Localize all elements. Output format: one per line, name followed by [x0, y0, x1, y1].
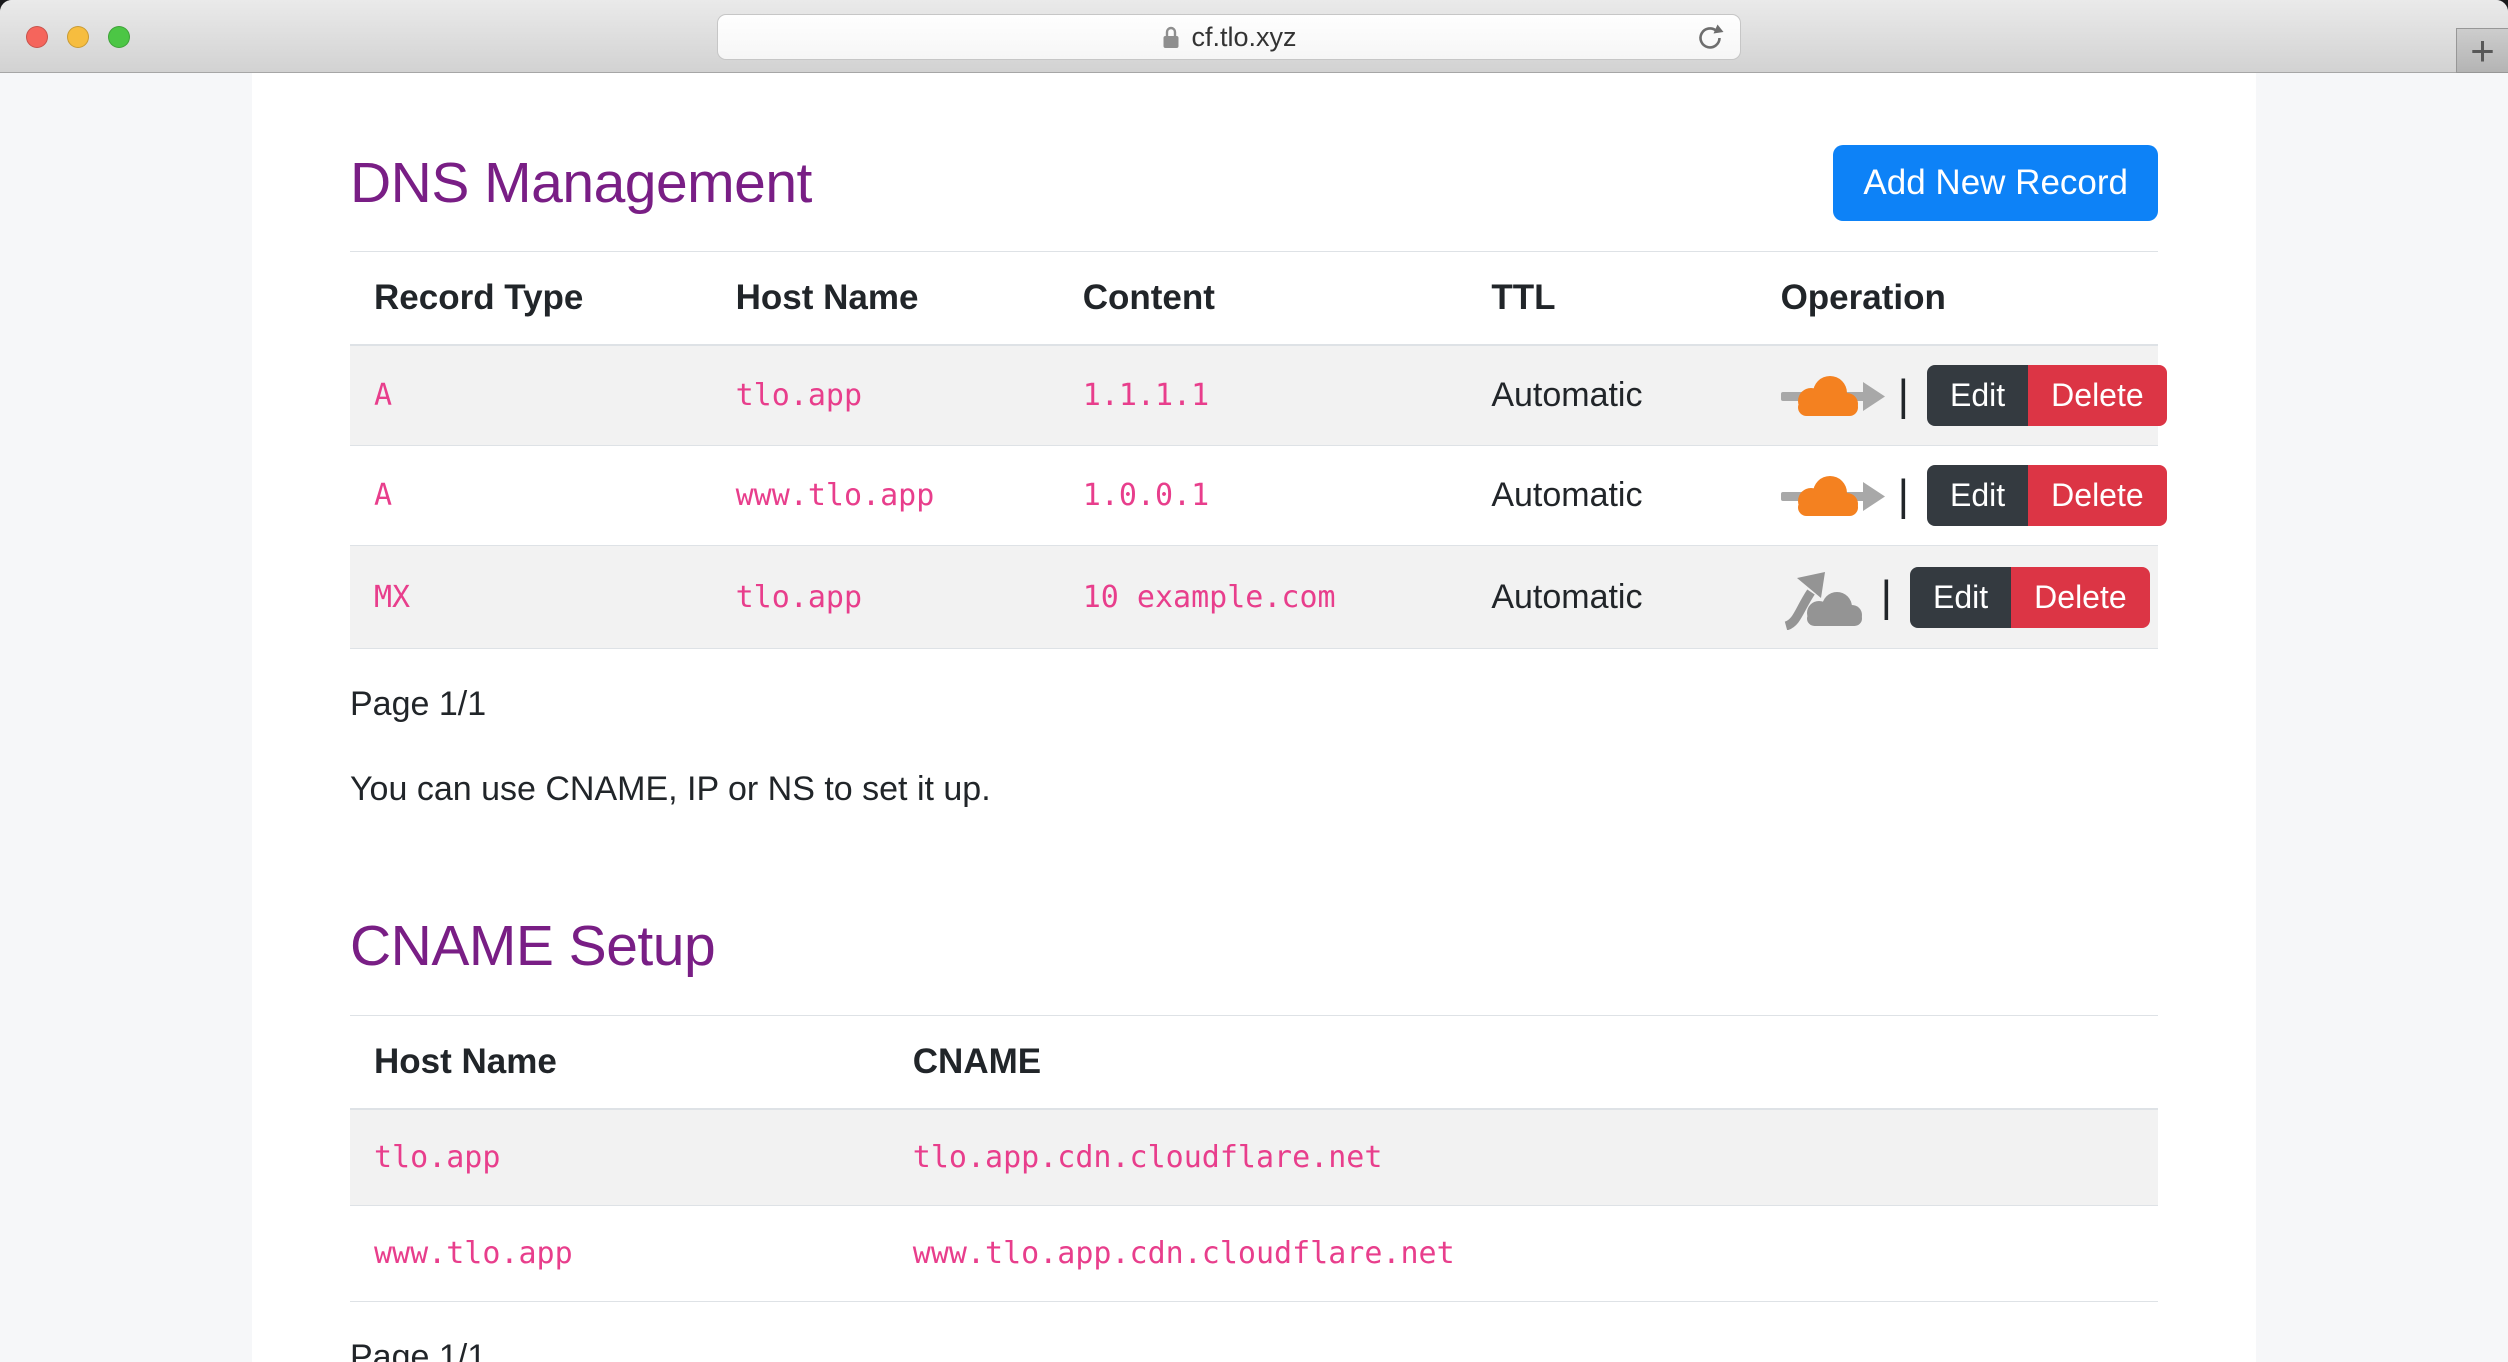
edit-button[interactable]: Edit — [1927, 365, 2028, 426]
record-type-cell: A — [350, 345, 712, 446]
delete-button[interactable]: Delete — [2028, 465, 2167, 526]
dns-only-cloud-icon[interactable] — [1781, 564, 1869, 630]
separator: | — [1881, 572, 1892, 622]
col-cname: CNAME — [889, 1016, 2158, 1110]
host-name-cell: tlo.app — [712, 546, 1059, 649]
window-controls — [26, 26, 130, 48]
host-name-cell: www.tlo.app — [350, 1206, 889, 1302]
cname-table: Host Name CNAME tlo.app tlo.app.cdn.clou… — [350, 1015, 2158, 1302]
page-title: DNS Management — [350, 150, 812, 216]
ttl-cell: Automatic — [1467, 546, 1756, 649]
separator: | — [1898, 471, 1909, 521]
setup-note: You can use CNAME, IP or NS to set it up… — [350, 770, 2158, 809]
browser-toolbar: cf.tlo.xyz + — [0, 0, 2508, 73]
cname-section-title: CNAME Setup — [350, 913, 2158, 979]
host-name-cell: tlo.app — [350, 1109, 889, 1206]
page-viewport[interactable]: DNS Management Add New Record Record Typ… — [0, 73, 2508, 1362]
address-bar[interactable]: cf.tlo.xyz — [717, 14, 1741, 60]
edit-button[interactable]: Edit — [1927, 465, 2028, 526]
proxied-cloud-icon[interactable] — [1781, 466, 1886, 526]
host-name-cell: www.tlo.app — [712, 446, 1059, 546]
dns-pagination: Page 1/1 — [350, 685, 2158, 724]
ttl-cell: Automatic — [1467, 345, 1756, 446]
url-text: cf.tlo.xyz — [1191, 22, 1296, 53]
cname-cell: www.tlo.app.cdn.cloudflare.net — [889, 1206, 2158, 1302]
col-content: Content — [1059, 252, 1468, 346]
plus-icon: + — [2470, 27, 2495, 75]
new-tab-button[interactable]: + — [2456, 28, 2508, 73]
col-host-name: Host Name — [350, 1016, 889, 1110]
cname-cell: tlo.app.cdn.cloudflare.net — [889, 1109, 2158, 1206]
content-container: DNS Management Add New Record Record Typ… — [252, 73, 2256, 1362]
host-name-cell: tlo.app — [712, 345, 1059, 446]
lock-icon — [1161, 24, 1181, 51]
table-row: MX tlo.app 10 example.com Automatic — [350, 546, 2158, 649]
table-row: A www.tlo.app 1.0.0.1 Automatic — [350, 446, 2158, 546]
dns-records-table: Record Type Host Name Content TTL Operat… — [350, 251, 2158, 649]
delete-button[interactable]: Delete — [2011, 567, 2150, 628]
dns-header-row: DNS Management Add New Record — [350, 73, 2158, 221]
delete-button[interactable]: Delete — [2028, 365, 2167, 426]
minimize-button[interactable] — [67, 26, 89, 48]
content-cell: 10 example.com — [1059, 546, 1468, 649]
table-row: www.tlo.app www.tlo.app.cdn.cloudflare.n… — [350, 1206, 2158, 1302]
content-cell: 1.0.0.1 — [1059, 446, 1468, 546]
col-record-type: Record Type — [350, 252, 712, 346]
table-header-row: Host Name CNAME — [350, 1016, 2158, 1110]
table-row: A tlo.app 1.1.1.1 Automatic — [350, 345, 2158, 446]
table-row: tlo.app tlo.app.cdn.cloudflare.net — [350, 1109, 2158, 1206]
ttl-cell: Automatic — [1467, 446, 1756, 546]
refresh-icon[interactable] — [1694, 22, 1726, 54]
add-new-record-button[interactable]: Add New Record — [1833, 145, 2158, 221]
record-type-cell: MX — [350, 546, 712, 649]
col-host-name: Host Name — [712, 252, 1059, 346]
table-header-row: Record Type Host Name Content TTL Operat… — [350, 252, 2158, 346]
close-button[interactable] — [26, 26, 48, 48]
separator: | — [1898, 371, 1909, 421]
edit-button[interactable]: Edit — [1910, 567, 2011, 628]
proxied-cloud-icon[interactable] — [1781, 366, 1886, 426]
cname-pagination: Page 1/1 — [350, 1338, 2158, 1362]
browser-window: cf.tlo.xyz + DNS Management Add New Reco… — [0, 0, 2508, 1362]
content-cell: 1.1.1.1 — [1059, 345, 1468, 446]
record-type-cell: A — [350, 446, 712, 546]
col-operation: Operation — [1757, 252, 2158, 346]
col-ttl: TTL — [1467, 252, 1756, 346]
zoom-button[interactable] — [108, 26, 130, 48]
